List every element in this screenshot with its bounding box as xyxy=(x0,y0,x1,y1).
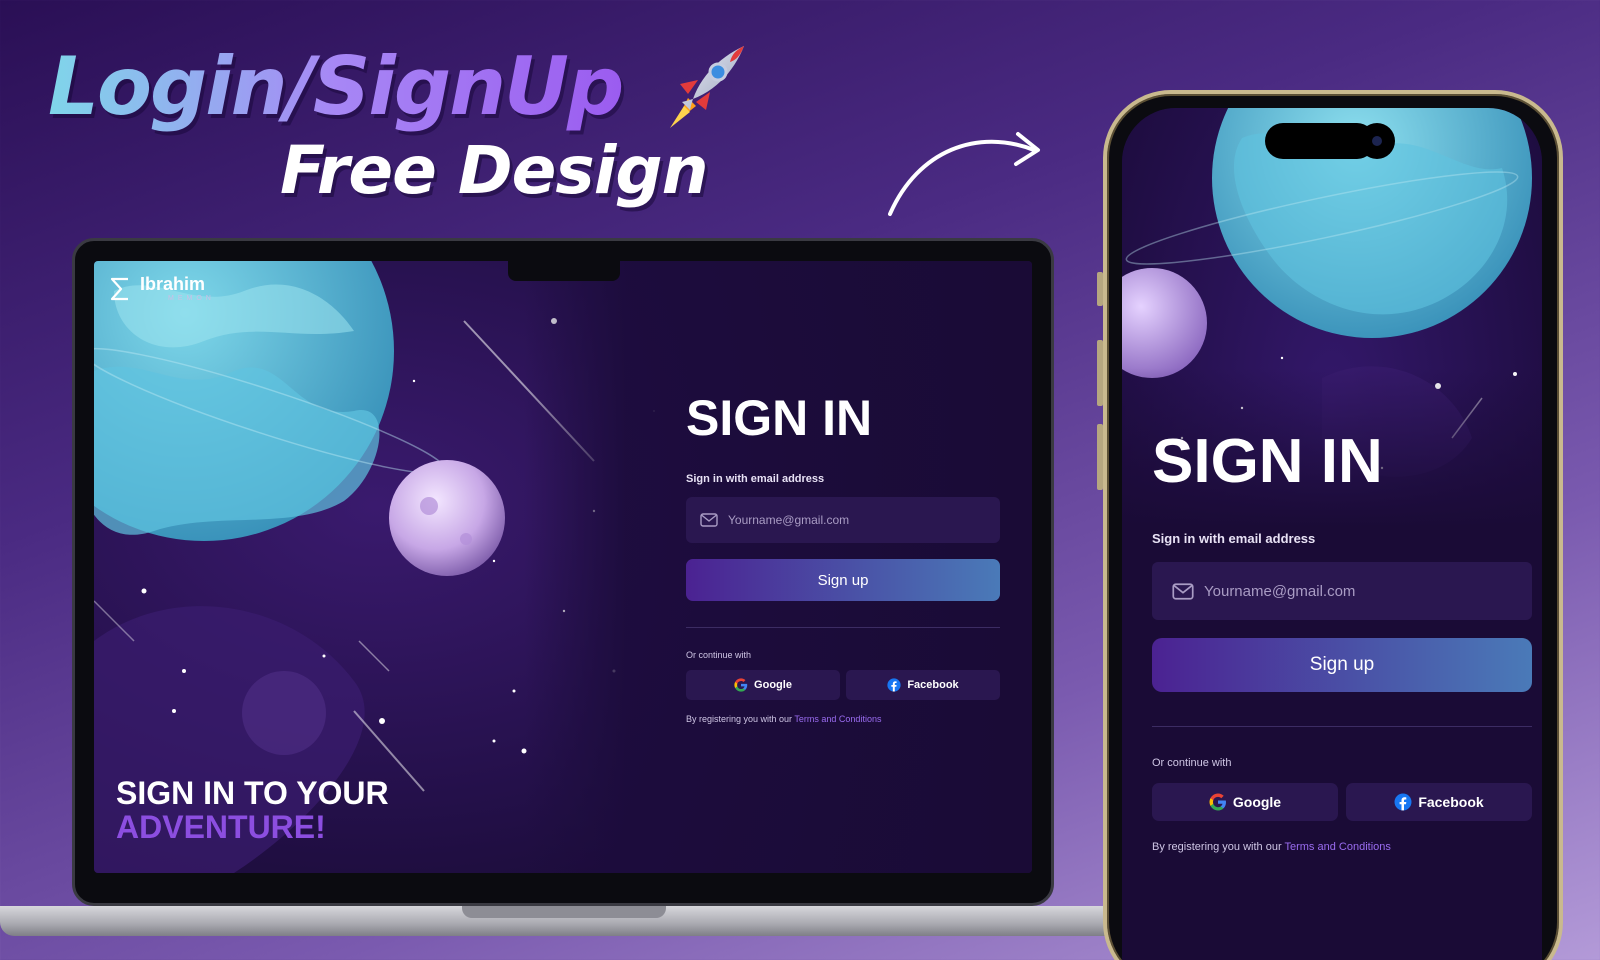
brand-logo[interactable]: Ibrahim MEMON xyxy=(108,275,215,302)
phone-divider xyxy=(1152,726,1532,727)
phone-email-label: Sign in with email address xyxy=(1152,531,1316,546)
rocket-icon xyxy=(670,46,744,128)
email-label: Sign in with email address xyxy=(686,473,825,485)
phone-email-input[interactable] xyxy=(1204,582,1504,600)
terms-link[interactable]: Terms and Conditions xyxy=(794,714,881,724)
phone-volume-down xyxy=(1097,424,1103,490)
facebook-button[interactable]: Facebook xyxy=(846,670,1000,700)
phone-terms-link[interactable]: Terms and Conditions xyxy=(1284,841,1390,853)
form-title: SIGN IN xyxy=(686,390,873,446)
phone-terms-text: By registering you with our Terms and Co… xyxy=(1152,841,1532,853)
tagline-line2: ADVENTURE! xyxy=(116,809,326,845)
email-field-container[interactable] xyxy=(686,497,1000,543)
phone-form-title: SIGN IN xyxy=(1152,427,1383,496)
hero-title-line1: Login/SignUp xyxy=(48,40,624,133)
google-icon xyxy=(734,678,748,692)
phone-side-button xyxy=(1097,272,1103,306)
envelope-icon xyxy=(700,513,718,527)
phone-facebook-button[interactable]: Facebook xyxy=(1346,783,1532,821)
social-login-row: Google Facebook xyxy=(686,670,1000,700)
laptop-camera-notch xyxy=(508,261,620,281)
tagline: SIGN IN TO YOUR ADVENTURE! xyxy=(116,776,389,844)
hero-title-line2: Free Design xyxy=(280,132,709,209)
brand-name: Ibrahim xyxy=(140,274,206,294)
terms-prefix: By registering you with our xyxy=(686,714,793,724)
facebook-icon xyxy=(1394,793,1412,811)
continue-with-label: Or continue with xyxy=(686,650,752,660)
phone-google-button[interactable]: Google xyxy=(1152,783,1338,821)
brand-subtitle: MEMON xyxy=(168,295,215,302)
laptop-base-notch xyxy=(462,906,666,918)
facebook-label: Facebook xyxy=(907,679,959,691)
phone-facebook-label: Facebook xyxy=(1418,794,1484,810)
brand-logo-icon xyxy=(110,277,128,300)
curved-arrow-icon xyxy=(888,132,1040,216)
phone-google-label: Google xyxy=(1232,794,1282,810)
email-input[interactable] xyxy=(728,513,968,527)
laptop-screen: Ibrahim MEMON SIGN IN TO YOUR ADVENTURE!… xyxy=(94,261,1032,873)
google-button[interactable]: Google xyxy=(686,670,840,700)
terms-text: By registering you with our Terms and Co… xyxy=(686,714,1000,724)
phone-screen: SIGN IN Sign in with email address Sign … xyxy=(1122,108,1542,960)
signin-form: SIGN IN Sign in with email address Sign … xyxy=(686,389,1000,724)
phone-continue-with-label: Or continue with xyxy=(1152,757,1232,769)
phone-signin-form: SIGN IN Sign in with email address Sign … xyxy=(1152,426,1532,853)
phone-email-field-container[interactable] xyxy=(1152,562,1532,620)
google-label: Google xyxy=(754,679,792,691)
phone-camera xyxy=(1359,123,1395,159)
tagline-line1: SIGN IN TO YOUR xyxy=(116,775,389,811)
phone-signup-button[interactable]: Sign up xyxy=(1152,638,1532,692)
phone-social-login-row: Google Facebook xyxy=(1152,783,1532,821)
google-icon xyxy=(1209,793,1226,811)
phone-volume-up xyxy=(1097,340,1103,406)
phone-terms-prefix: By registering you with our xyxy=(1152,841,1282,853)
signup-button[interactable]: Sign up xyxy=(686,559,1000,601)
divider xyxy=(686,627,1000,628)
envelope-icon xyxy=(1172,582,1194,600)
facebook-icon xyxy=(887,678,901,692)
